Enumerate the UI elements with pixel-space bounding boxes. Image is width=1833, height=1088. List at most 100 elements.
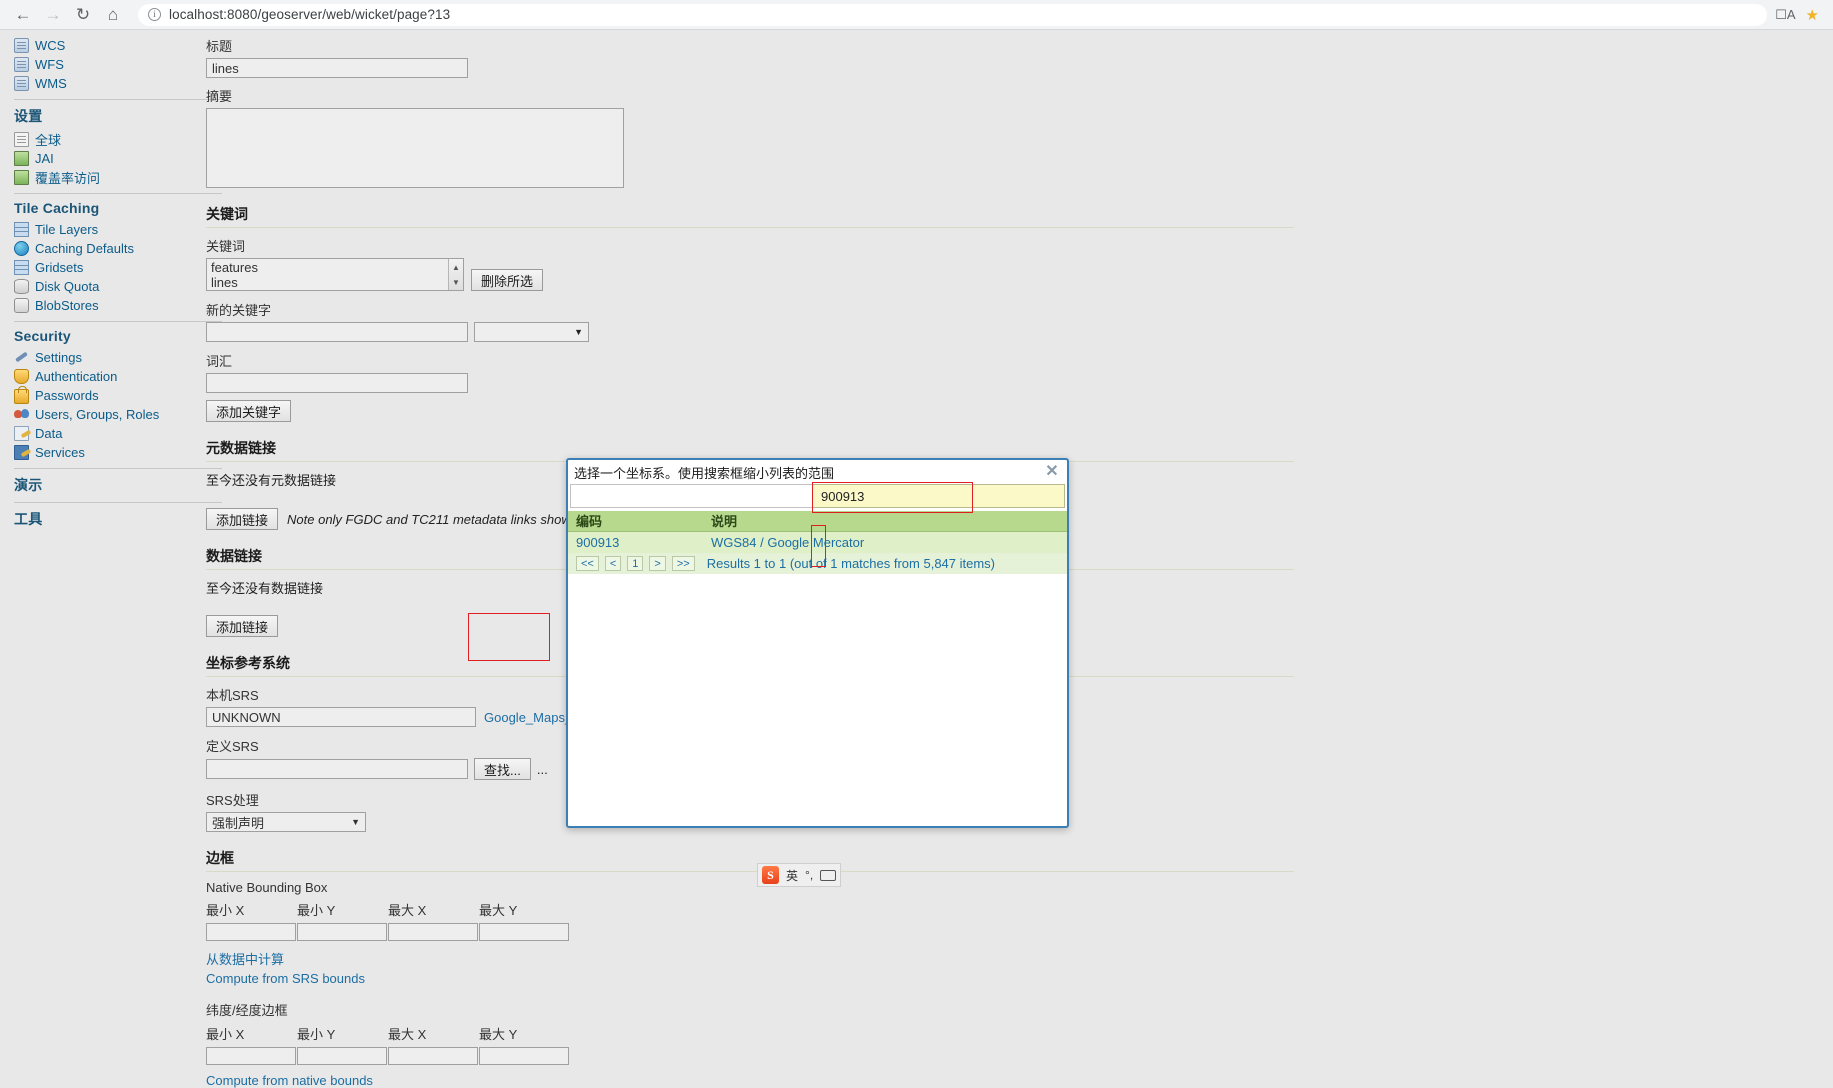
keywords-listbox[interactable]: features lines ▲ ▼ (206, 258, 464, 291)
sidebar-item-users-groups-roles[interactable]: Users, Groups, Roles (14, 405, 230, 423)
latlon-bbox-maxx-input[interactable] (388, 1047, 478, 1065)
add-keyword-button[interactable]: 添加关键字 (206, 400, 292, 422)
table-header-row: 编码 说明 (568, 511, 1067, 532)
latlon-bbox-minx-input[interactable] (206, 1047, 296, 1065)
pager-next-button[interactable]: > (649, 556, 666, 571)
title-input[interactable]: lines (206, 58, 468, 78)
pager-page-button[interactable]: 1 (627, 556, 644, 571)
star-icon[interactable]: ★ (1806, 6, 1819, 24)
search-input[interactable]: 900913 (812, 484, 1065, 508)
srs-handling-select[interactable]: 强制声明 ▼ (206, 812, 366, 832)
latlon-bbox-maxy-input[interactable] (479, 1047, 569, 1065)
disk-icon (14, 278, 29, 294)
new-keyword-input[interactable] (206, 322, 468, 342)
grid-icon (14, 221, 29, 237)
image-icon (14, 150, 29, 166)
abstract-textarea[interactable] (206, 108, 624, 188)
document-icon (14, 131, 29, 147)
remove-selected-button[interactable]: 删除所选 (471, 269, 544, 291)
sidebar-item-gridsets[interactable]: Gridsets (14, 258, 230, 276)
sidebar-header-tools: 工具 (14, 511, 43, 527)
pager-prev-button[interactable]: < (604, 556, 622, 571)
sidebar-item-services[interactable]: Services (14, 443, 230, 461)
sidebar-item-disk-quota[interactable]: Disk Quota (14, 277, 230, 295)
native-bbox-minx-input[interactable] (206, 923, 296, 941)
sidebar-item-wcs[interactable]: WCS (14, 36, 230, 54)
back-arrow-icon[interactable]: ← (10, 2, 36, 28)
ime-punctuation-label[interactable]: °, (805, 868, 813, 882)
new-keyword-select[interactable]: ▼ (474, 322, 589, 342)
pager-last-button[interactable]: >> (671, 556, 695, 571)
sidebar: WCS WFS WMS 设置 全球 JAI 覆盖率访问 Tile Caching (0, 30, 230, 533)
sidebar-item-jai[interactable]: JAI (14, 149, 230, 167)
abstract-label: 摘要 (206, 89, 233, 104)
keywords-scrollbar[interactable]: ▲ ▼ (448, 259, 463, 290)
sidebar-item-label: WMS (35, 75, 67, 91)
sidebar-item-label: WCS (35, 37, 66, 53)
add-metadata-link-button[interactable]: 添加链接 (206, 508, 279, 530)
scroll-down-icon[interactable]: ▼ (452, 275, 460, 290)
bounding-section-header: 边框 (206, 848, 1294, 872)
vocabulary-input[interactable] (206, 373, 468, 393)
compute-from-srs-link[interactable]: Compute from SRS bounds (206, 971, 1306, 986)
cell-description[interactable]: WGS84 / Google Mercator (703, 531, 1067, 553)
compute-from-data-link[interactable]: 从数据中计算 (206, 949, 1306, 968)
wrench-icon (14, 350, 29, 365)
image-icon (14, 169, 29, 185)
sidebar-divider (14, 99, 222, 100)
sidebar-item-caching-defaults[interactable]: Caching Defaults (14, 239, 230, 257)
keyboard-icon[interactable] (820, 869, 837, 881)
sidebar-item-wfs[interactable]: WFS (14, 55, 230, 73)
vocabulary-label: 词汇 (206, 354, 233, 369)
sogou-logo-icon[interactable]: S (762, 866, 779, 884)
sidebar-item-coverage-access[interactable]: 覆盖率访问 (14, 168, 230, 186)
close-icon[interactable]: ✕ (1045, 464, 1059, 480)
page-icon (14, 425, 29, 441)
home-icon[interactable]: ⌂ (100, 2, 126, 28)
site-info-icon[interactable]: i (148, 8, 161, 21)
latlon-bbox-miny-input[interactable] (297, 1047, 387, 1065)
keywords-label: 关键词 (206, 239, 246, 254)
sidebar-item-data[interactable]: Data (14, 424, 230, 442)
pager-first-button[interactable]: << (576, 556, 599, 571)
bbox-header-miny: 最小 Y (297, 903, 336, 918)
sidebar-item-blobstores[interactable]: BlobStores (14, 296, 230, 314)
column-header-description[interactable]: 说明 (703, 511, 1067, 532)
keywords-option[interactable]: lines (211, 275, 459, 290)
table-row[interactable]: 900913 WGS84 / Google Mercator (568, 531, 1067, 553)
cell-code[interactable]: 900913 (568, 531, 703, 553)
url-text: localhost:8080/geoserver/web/wicket/page… (169, 7, 451, 22)
column-header-code[interactable]: 编码 (568, 511, 703, 532)
translate-icon[interactable]: ☐A (1775, 7, 1795, 23)
bbox-header-maxy: 最大 Y (479, 1027, 518, 1042)
sidebar-item-global[interactable]: 全球 (14, 130, 230, 148)
users-icon (14, 407, 29, 422)
address-bar[interactable]: i localhost:8080/geoserver/web/wicket/pa… (138, 3, 1768, 26)
title-label: 标题 (206, 39, 233, 54)
scroll-up-icon[interactable]: ▲ (452, 260, 460, 275)
declared-srs-input[interactable] (206, 759, 468, 779)
native-bbox-miny-input[interactable] (297, 923, 387, 941)
native-srs-input[interactable]: UNKNOWN (206, 707, 476, 727)
sidebar-item-tile-layers[interactable]: Tile Layers (14, 220, 230, 238)
forward-arrow-icon[interactable]: → (40, 2, 66, 28)
native-bbox-maxx-input[interactable] (388, 923, 478, 941)
find-srs-button[interactable]: 查找... (474, 758, 531, 780)
ime-mode-label[interactable]: 英 (786, 867, 798, 884)
keywords-option[interactable]: features (211, 260, 459, 275)
sidebar-header-security: Security (14, 328, 71, 344)
add-data-link-button[interactable]: 添加链接 (206, 615, 279, 637)
sidebar-item-label: WFS (35, 56, 64, 72)
pager-results-text: Results 1 to 1 (out of 1 matches from 5,… (706, 556, 996, 571)
sidebar-item-label: 覆盖率访问 (35, 170, 101, 186)
native-bbox-maxy-input[interactable] (479, 923, 569, 941)
sidebar-item-wms[interactable]: WMS (14, 74, 230, 92)
bbox-header-miny: 最小 Y (297, 1027, 336, 1042)
sidebar-item-passwords[interactable]: Passwords (14, 385, 230, 404)
sidebar-item-security-settings[interactable]: Settings (14, 348, 230, 366)
bbox-header-maxx: 最大 X (388, 1027, 427, 1042)
compute-from-native-link[interactable]: Compute from native bounds (206, 1073, 1306, 1088)
dialog-search-row: 900913 (568, 482, 1067, 513)
reload-icon[interactable]: ↻ (70, 2, 96, 28)
sidebar-item-authentication[interactable]: Authentication (14, 367, 230, 385)
